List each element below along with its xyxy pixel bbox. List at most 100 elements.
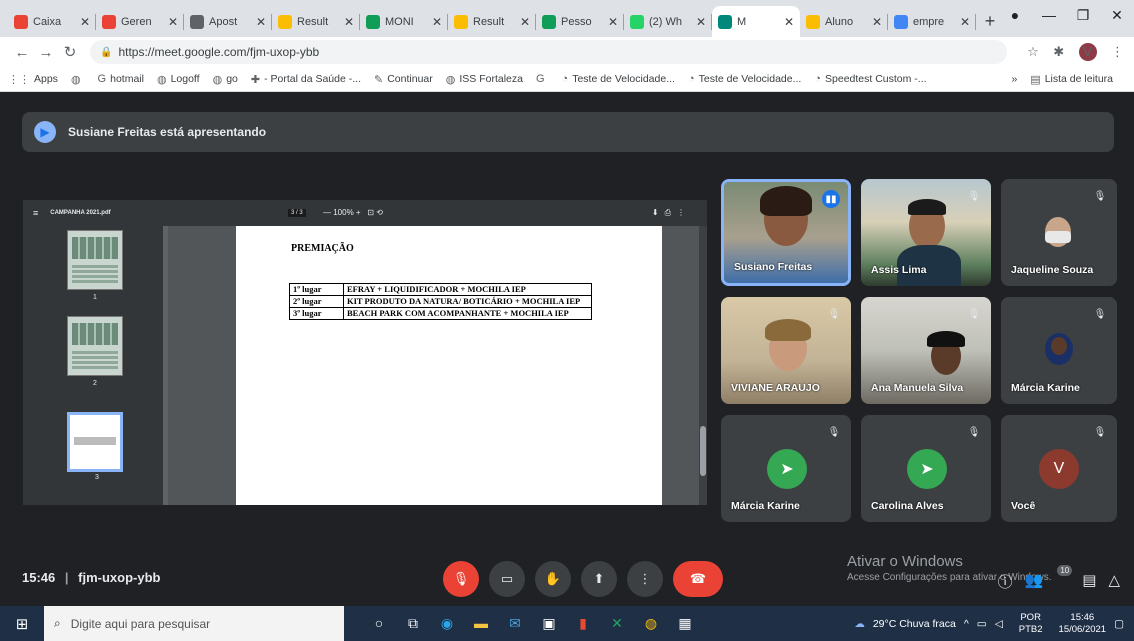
mic-toggle-button[interactable]: 🎙 bbox=[443, 561, 479, 597]
network-icon[interactable]: ▭ bbox=[977, 618, 987, 630]
participant-tile-5[interactable]: 🎙 Ana Manuela Silva bbox=[861, 297, 991, 404]
browser-tab[interactable]: M ✕ bbox=[712, 6, 800, 37]
edge-icon[interactable]: ◉ bbox=[430, 615, 464, 632]
forward-icon[interactable]: → bbox=[34, 44, 58, 61]
calculator-icon[interactable]: ▦ bbox=[668, 615, 702, 632]
clock[interactable]: 15:46 15/06/2021 bbox=[1051, 612, 1107, 636]
tab-close-icon[interactable]: ✕ bbox=[872, 15, 882, 29]
activities-icon[interactable]: △ bbox=[1108, 571, 1120, 592]
bookmark-item[interactable]: ◍ ISS Fortaleza bbox=[446, 73, 523, 86]
office-icon[interactable]: ▮ bbox=[566, 615, 600, 632]
reading-list[interactable]: ▤ Lista de leitura bbox=[1030, 73, 1113, 86]
leave-call-button[interactable]: ☎ bbox=[673, 561, 723, 597]
pdf-thumbnail-3[interactable]: 3 bbox=[67, 412, 123, 481]
prize-description: EFRAY + LIQUIDIFICADOR + MOCHILA IEP bbox=[343, 283, 592, 296]
thumbnail-number: 3 bbox=[95, 474, 99, 481]
browser-tab[interactable]: empre ✕ bbox=[888, 6, 976, 37]
bookmark-item[interactable]: ◍ Logoff bbox=[157, 73, 200, 86]
bookmark-item[interactable]: G bbox=[536, 73, 549, 85]
tab-close-icon[interactable]: ✕ bbox=[520, 15, 530, 29]
participant-tile-9[interactable]: V 🎙 Você bbox=[1001, 415, 1117, 522]
file-explorer-icon[interactable]: ▬ bbox=[464, 615, 498, 632]
browser-tab[interactable]: Pesso ✕ bbox=[536, 6, 624, 37]
minimize-icon[interactable]: — bbox=[1032, 0, 1066, 30]
participant-tile-7[interactable]: ➤ 🎙 Márcia Karine bbox=[721, 415, 851, 522]
camera-toggle-button[interactable]: ▭ bbox=[489, 561, 525, 597]
meeting-separator: | bbox=[64, 570, 69, 585]
thumbnail-scrollbar[interactable] bbox=[163, 226, 168, 505]
browser-tab[interactable]: Apost ✕ bbox=[184, 6, 272, 37]
browser-tab[interactable]: Result ✕ bbox=[448, 6, 536, 37]
bookmark-item[interactable]: ◍ bbox=[71, 73, 85, 86]
participant-tile-1[interactable]: ▮▮ Susiano Freitas bbox=[721, 179, 851, 286]
browser-tab[interactable]: (2) Wh ✕ bbox=[624, 6, 712, 37]
bookmark-item[interactable]: ◔ Teste de Velocidade... bbox=[562, 73, 675, 85]
tab-close-icon[interactable]: ✕ bbox=[256, 15, 266, 29]
pdf-filename: CAMPANHA 2021.pdf bbox=[50, 210, 111, 216]
chat-icon[interactable]: ▤ bbox=[1082, 571, 1096, 592]
mic-off-icon: 🎙 bbox=[827, 308, 841, 320]
participant-tile-6[interactable]: 🎙 Márcia Karine bbox=[1001, 297, 1117, 404]
browser-tab[interactable]: Geren ✕ bbox=[96, 6, 184, 37]
tab-close-icon[interactable]: ✕ bbox=[80, 15, 90, 29]
pdf-thumbnail-2[interactable]: 2 bbox=[67, 316, 123, 387]
pdf-scrollbar[interactable] bbox=[699, 226, 707, 505]
bookmark-item[interactable]: ✎ Continuar bbox=[374, 73, 433, 86]
bookmark-item[interactable]: ◔ Speedtest Custom -... bbox=[814, 73, 926, 85]
chrome-icon[interactable]: ◍ bbox=[634, 615, 668, 632]
tab-close-icon[interactable]: ✕ bbox=[608, 15, 618, 29]
volume-icon[interactable]: ◁ bbox=[995, 618, 1003, 630]
bookmark-item[interactable]: Ghotmail bbox=[98, 73, 144, 85]
taskbar-search[interactable]: ⌕ Digite aqui para pesquisar bbox=[44, 606, 344, 641]
browser-tab[interactable]: Result ✕ bbox=[272, 6, 360, 37]
profile-dot-icon[interactable]: ● bbox=[998, 0, 1032, 30]
maximize-icon[interactable]: ❐ bbox=[1066, 0, 1100, 30]
back-icon[interactable]: ← bbox=[10, 44, 34, 61]
tab-close-icon[interactable]: ✕ bbox=[784, 15, 794, 29]
tab-close-icon[interactable]: ✕ bbox=[960, 15, 970, 29]
pdf-actions[interactable]: ⬇⎙⋮ bbox=[652, 208, 691, 218]
tab-close-icon[interactable]: ✕ bbox=[168, 15, 178, 29]
tray-chevron-icon[interactable]: ^ bbox=[964, 618, 969, 630]
browser-tab[interactable]: Aluno ✕ bbox=[800, 6, 888, 37]
store-icon[interactable]: ▣ bbox=[532, 615, 566, 632]
bookmark-item[interactable]: ◔ Teste de Velocidade... bbox=[688, 73, 801, 85]
bookmark-item[interactable]: ◍ go bbox=[213, 73, 238, 86]
reload-icon[interactable]: ↻ bbox=[58, 43, 82, 61]
mail-icon[interactable]: ✉ bbox=[498, 615, 532, 632]
people-icon[interactable]: 👥10 bbox=[1025, 565, 1073, 592]
participant-tile-4[interactable]: 🎙 VIVIANE ARAUJO bbox=[721, 297, 851, 404]
url-field[interactable]: 🔒 https://meet.google.com/fjm-uxop-ybb bbox=[90, 40, 1008, 64]
raise-hand-button[interactable]: ✋ bbox=[535, 561, 571, 597]
notifications-icon[interactable]: ▢ bbox=[1114, 618, 1124, 630]
pdf-menu-icon[interactable]: ≡ bbox=[33, 208, 38, 218]
extensions-icon[interactable]: ✱ bbox=[1053, 44, 1064, 60]
tab-close-icon[interactable]: ✕ bbox=[344, 15, 354, 29]
menu-dots-icon[interactable]: ⋮ bbox=[1111, 44, 1124, 60]
pdf-page-indicator[interactable]: 3 / 3 bbox=[288, 209, 306, 217]
browser-tab[interactable]: MONI ✕ bbox=[360, 6, 448, 37]
tab-close-icon[interactable]: ✕ bbox=[696, 15, 706, 29]
star-icon[interactable]: ☆ bbox=[1027, 44, 1039, 60]
participant-tile-8[interactable]: ➤ 🎙 Carolina Alves bbox=[861, 415, 991, 522]
task-view-icon[interactable]: ⧉ bbox=[396, 615, 430, 632]
bookmark-item[interactable]: ⋮⋮ Apps bbox=[8, 73, 58, 86]
language-indicator[interactable]: POR PTB2 bbox=[1011, 612, 1043, 636]
pdf-thumbnail-1[interactable]: 1 bbox=[67, 230, 123, 301]
windows-start-icon[interactable]: ⊞ bbox=[0, 615, 44, 633]
info-icon[interactable]: ⓘ bbox=[998, 571, 1013, 592]
weather-text[interactable]: 29°C Chuva fraca bbox=[873, 618, 956, 630]
present-button[interactable]: ⬆ bbox=[581, 561, 617, 597]
cortana-icon[interactable]: ○ bbox=[362, 615, 396, 632]
pdf-zoom-controls[interactable]: — 100% + ⊡ ⟲ bbox=[323, 208, 383, 217]
excel-icon[interactable]: ✕ bbox=[600, 615, 634, 632]
participant-tile-2[interactable]: 🎙 Assis Lima bbox=[861, 179, 991, 286]
bookmark-item[interactable]: ✚ - Portal da Saúde -... bbox=[251, 73, 361, 86]
more-options-button[interactable]: ⋮ bbox=[627, 561, 663, 597]
browser-tab[interactable]: Caixa ✕ bbox=[8, 6, 96, 37]
close-icon[interactable]: ✕ bbox=[1100, 0, 1134, 30]
tab-close-icon[interactable]: ✕ bbox=[432, 15, 442, 29]
participant-tile-3[interactable]: 🎙 Jaqueline Souza bbox=[1001, 179, 1117, 286]
profile-avatar[interactable]: V bbox=[1078, 42, 1097, 61]
more-bookmarks-icon[interactable]: » bbox=[1011, 73, 1017, 85]
